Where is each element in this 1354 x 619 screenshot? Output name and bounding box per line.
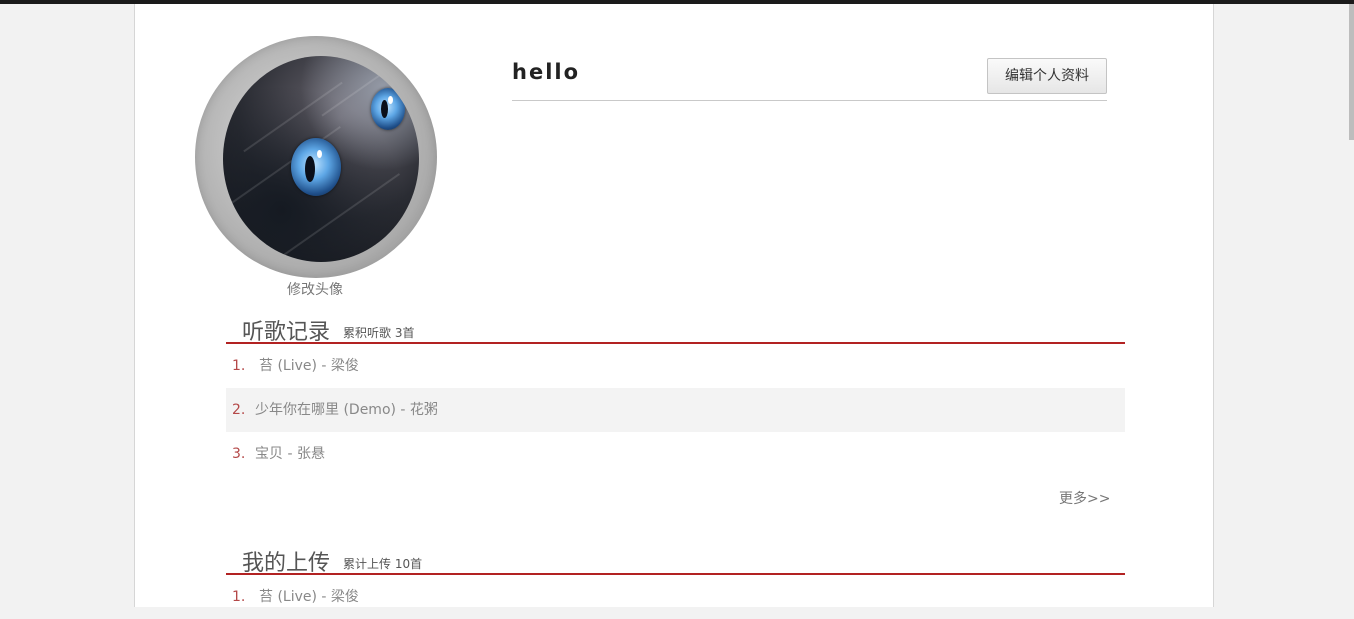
- list-item-number: 2.: [232, 402, 246, 418]
- avatar-cat-photo: [223, 56, 419, 262]
- profile-panel: 修改头像 hello 编辑个人资料 听歌记录 累积听歌 3首 1. 苔 (Liv…: [134, 4, 1214, 607]
- avatar[interactable]: [195, 36, 437, 278]
- list-item-song[interactable]: 苔 (Live) - 梁俊: [259, 344, 359, 388]
- scrollbar-thumb[interactable]: [1349, 4, 1354, 140]
- listen-history-section: 听歌记录 累积听歌 3首 1. 苔 (Live) - 梁俊 2. 少年你在哪里 …: [226, 310, 1125, 476]
- list-item-number: 1.: [232, 589, 246, 605]
- list-item[interactable]: 1. 苔 (Live) - 梁俊: [226, 344, 1125, 388]
- more-link[interactable]: 更多>>: [1059, 488, 1110, 508]
- uploads-title: 我的上传: [242, 551, 331, 576]
- uploads-count: 累计上传 10首: [343, 557, 423, 571]
- list-item[interactable]: 3. 宝贝 - 张悬: [226, 432, 1125, 476]
- edit-profile-button[interactable]: 编辑个人资料: [987, 58, 1107, 94]
- list-item-number: 1.: [232, 358, 246, 374]
- change-avatar-link[interactable]: 修改头像: [255, 279, 375, 299]
- list-item-song[interactable]: 苔 (Live) - 梁俊: [259, 575, 359, 619]
- list-item[interactable]: 2. 少年你在哪里 (Demo) - 花粥: [226, 388, 1125, 432]
- list-item-number: 3.: [232, 446, 246, 462]
- listen-history-count: 累积听歌 3首: [343, 326, 415, 340]
- username: hello: [512, 60, 581, 84]
- list-item-song[interactable]: 宝贝 - 张悬: [255, 432, 325, 476]
- listen-history-title: 听歌记录: [242, 320, 331, 345]
- list-item-song[interactable]: 少年你在哪里 (Demo) - 花粥: [255, 388, 438, 432]
- list-item[interactable]: 1. 苔 (Live) - 梁俊: [226, 575, 1125, 619]
- header-divider: [512, 100, 1107, 101]
- uploads-section: 我的上传 累计上传 10首 1. 苔 (Live) - 梁俊: [226, 541, 1125, 619]
